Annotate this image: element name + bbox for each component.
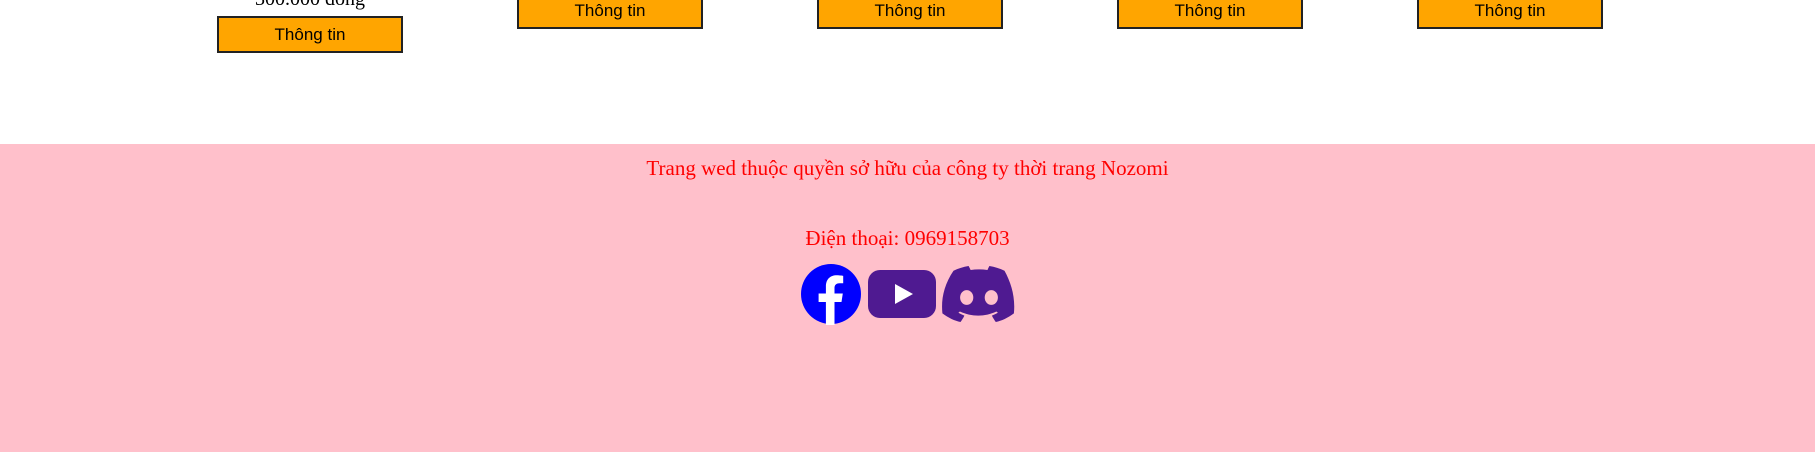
facebook-link[interactable] [800, 263, 862, 325]
footer-phone: Điện thoại: 0969158703 [805, 226, 1010, 250]
info-button[interactable]: Thông tin [1117, 0, 1303, 29]
social-links [0, 263, 1815, 325]
info-button[interactable]: Thông tin [1417, 0, 1603, 29]
youtube-icon [867, 270, 936, 318]
info-button[interactable]: Thông tin [217, 16, 403, 53]
youtube-link[interactable] [867, 270, 936, 318]
info-button[interactable]: Thông tin [517, 0, 703, 29]
footer-owner-text: Trang wed thuộc quyền sở hữu của công ty… [646, 156, 1169, 180]
site-footer: Trang wed thuộc quyền sở hữu của công ty… [0, 144, 1815, 452]
product-grid: 300.000 đồng Thông tin Thông tin Thông t… [0, 0, 1815, 144]
facebook-icon [800, 264, 861, 325]
product-price: 300.000 đồng [217, 0, 403, 10]
discord-icon [941, 266, 1014, 322]
discord-link[interactable] [941, 266, 1016, 322]
info-button[interactable]: Thông tin [817, 0, 1003, 29]
